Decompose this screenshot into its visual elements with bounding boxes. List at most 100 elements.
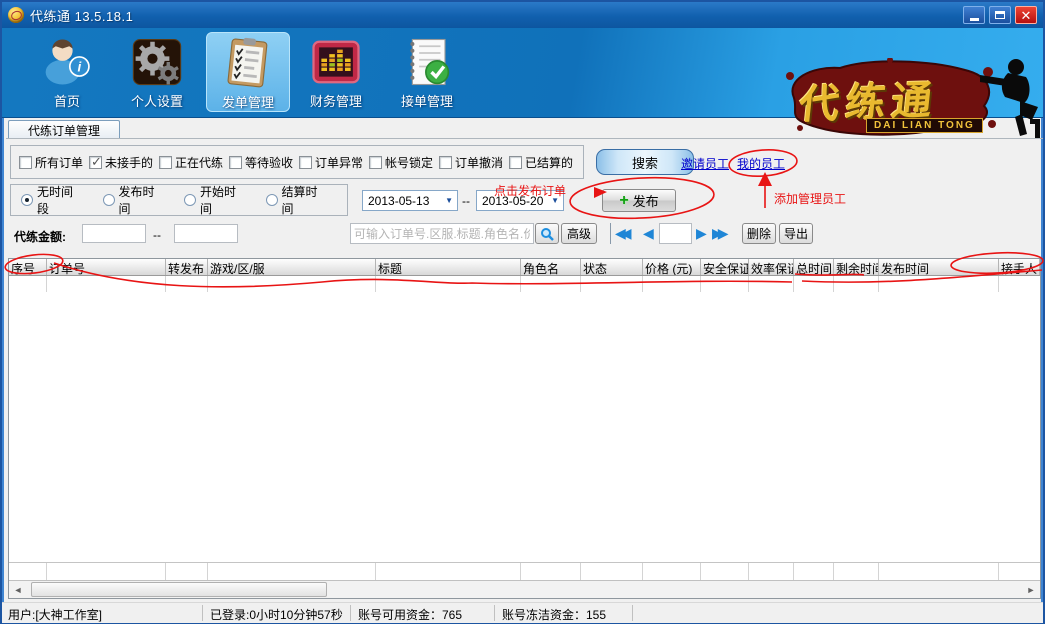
plus-icon: + (619, 192, 628, 210)
checklist-clipboard-icon (221, 36, 275, 90)
brand-logo: 代练通 DAI LIAN TONG (782, 56, 1042, 142)
empty-cell (376, 276, 521, 292)
checkbox-box: ✓ (159, 156, 172, 169)
checkbox-settled[interactable]: ✓ 已结算的 (509, 154, 579, 171)
checkbox-account-locked[interactable]: ✓ 帐号锁定 (369, 154, 439, 171)
checkbox-label: 订单异常 (315, 154, 363, 171)
search-icon (540, 227, 554, 241)
delete-button-label: 删除 (747, 225, 771, 242)
next-page-icon[interactable]: ▶ (696, 224, 702, 244)
keyword-search-input[interactable] (350, 223, 534, 244)
prev-page-icon[interactable]: ◀ (643, 224, 649, 244)
radio-circle (103, 194, 115, 206)
scroll-right-icon[interactable]: ► (1023, 582, 1039, 597)
nav-finance[interactable]: 财务管理 (294, 32, 378, 112)
amount-separator: -- (153, 228, 161, 242)
empty-cell (521, 276, 581, 292)
export-button[interactable]: 导出 (779, 223, 813, 244)
empty-cell (794, 276, 834, 292)
radio-no-time-range[interactable]: 无时间段 (21, 183, 81, 217)
main-toolbar: i 首页 个人设置 (2, 28, 1043, 118)
checkbox-order-cancelled[interactable]: ✓ 订单撤消 (439, 154, 509, 171)
amount-max-input[interactable] (174, 224, 238, 243)
finance-chart-icon (309, 35, 363, 89)
publish-button[interactable]: + 发布 (602, 189, 676, 212)
column-remaining-time[interactable]: 剩余时间 (834, 259, 879, 275)
search-button-label: 搜索 (632, 153, 658, 172)
checkbox-box: ✓ (19, 156, 32, 169)
orders-table: 序号 订单号 转发布 游戏/区/服 标题 角色名 状态 价格 (元) 安全保证 … (8, 258, 1041, 599)
nav-order-taking[interactable]: 接单管理 (385, 32, 469, 112)
advanced-button-label: 高级 (567, 225, 591, 242)
empty-cell (166, 563, 208, 580)
column-taker[interactable]: 接手人 (999, 259, 1040, 275)
close-button[interactable]: ✕ (1015, 6, 1037, 24)
checkbox-order-abnormal[interactable]: ✓ 订单异常 (299, 154, 369, 171)
date-to-value: 2013-05-20 (482, 194, 543, 208)
checkbox-not-taken[interactable]: ✓ 未接手的 (89, 154, 159, 171)
column-order-id[interactable]: 订单号 (47, 259, 166, 275)
column-safety-deposit[interactable]: 安全保证 (701, 259, 749, 275)
checkbox-in-progress[interactable]: ✓ 正在代练 (159, 154, 229, 171)
invite-employee-link[interactable]: 邀请员工 (681, 155, 729, 172)
page-number-input[interactable] (659, 223, 692, 244)
last-page-icon[interactable]: ▶▶ (712, 224, 724, 244)
time-range-filter-group: 无时间段 发布时间 开始时间 结算时间 (10, 184, 348, 216)
minimize-button[interactable] (963, 6, 985, 24)
maximize-button[interactable] (989, 6, 1011, 24)
radio-start-time[interactable]: 开始时间 (184, 183, 244, 217)
radio-settle-time[interactable]: 结算时间 (266, 183, 326, 217)
checkbox-box: ✓ (369, 156, 382, 169)
app-logo-icon (8, 7, 24, 23)
column-efficiency-deposit[interactable]: 效率保证 (749, 259, 794, 275)
empty-cell (47, 563, 166, 580)
column-title[interactable]: 标题 (376, 259, 521, 275)
empty-cell (749, 563, 794, 580)
empty-cell (999, 276, 1040, 292)
column-seq[interactable]: 序号 (9, 259, 47, 275)
date-from-dropdown[interactable]: 2013-05-13 ▼ (362, 190, 458, 211)
column-game-server[interactable]: 游戏/区/服 (208, 259, 376, 275)
fighter-silhouette-icon (978, 56, 1040, 140)
nav-order-publishing[interactable]: 发单管理 (206, 32, 290, 112)
annotation-employee-hint: 添加管理员工 (774, 190, 846, 207)
logo-subtitle: DAI LIAN TONG (866, 118, 983, 133)
radio-circle (266, 194, 278, 206)
checkbox-label: 未接手的 (105, 154, 153, 171)
column-price[interactable]: 价格 (元) (643, 259, 701, 275)
my-employees-link[interactable]: 我的员工 (737, 155, 785, 172)
checkbox-all-orders[interactable]: ✓ 所有订单 (19, 154, 89, 171)
empty-cell (749, 276, 794, 292)
horizontal-scrollbar[interactable]: ◄ ► (9, 580, 1040, 598)
nav-personal-settings-label: 个人设置 (115, 91, 199, 110)
window-title: 代练通 13.5.18.1 (30, 6, 133, 25)
advanced-search-button[interactable]: 高级 (561, 223, 597, 244)
first-page-icon[interactable]: ◀◀ (615, 224, 627, 244)
checkbox-awaiting-acceptance[interactable]: ✓ 等待验收 (229, 154, 299, 171)
nav-home[interactable]: i 首页 (25, 32, 109, 112)
tab-order-management[interactable]: 代练订单管理 (8, 120, 120, 139)
empty-cell (879, 563, 999, 580)
scroll-left-icon[interactable]: ◄ (10, 582, 26, 597)
status-bar: 用户:[大神工作室] 已登录:0小时10分钟57秒 账号可用资金：765 账号冻… (2, 602, 1043, 623)
empty-cell (794, 563, 834, 580)
delete-button[interactable]: 删除 (742, 223, 776, 244)
column-repost[interactable]: 转发布 (166, 259, 208, 275)
amount-min-input[interactable] (82, 224, 146, 243)
title-bar: 代练通 13.5.18.1 ✕ (2, 2, 1043, 28)
column-role-name[interactable]: 角色名 (521, 259, 581, 275)
checkbox-label: 等待验收 (245, 154, 293, 171)
keyword-search-button[interactable] (535, 223, 559, 244)
nav-home-label: 首页 (25, 91, 109, 110)
nav-personal-settings[interactable]: 个人设置 (115, 32, 199, 112)
column-total-time[interactable]: 总时间 (794, 259, 834, 275)
column-publish-time[interactable]: 发布时间 (879, 259, 999, 275)
scrollbar-thumb[interactable] (31, 582, 327, 597)
radio-label: 发布时间 (119, 183, 163, 217)
date-to-dropdown[interactable]: 2013-05-20 ▼ (476, 190, 564, 211)
status-divider (350, 605, 351, 621)
radio-publish-time[interactable]: 发布时间 (103, 183, 163, 217)
annotation-arrow-up-icon (758, 172, 772, 186)
column-status[interactable]: 状态 (581, 259, 643, 275)
search-button[interactable]: 搜索 (596, 149, 694, 175)
